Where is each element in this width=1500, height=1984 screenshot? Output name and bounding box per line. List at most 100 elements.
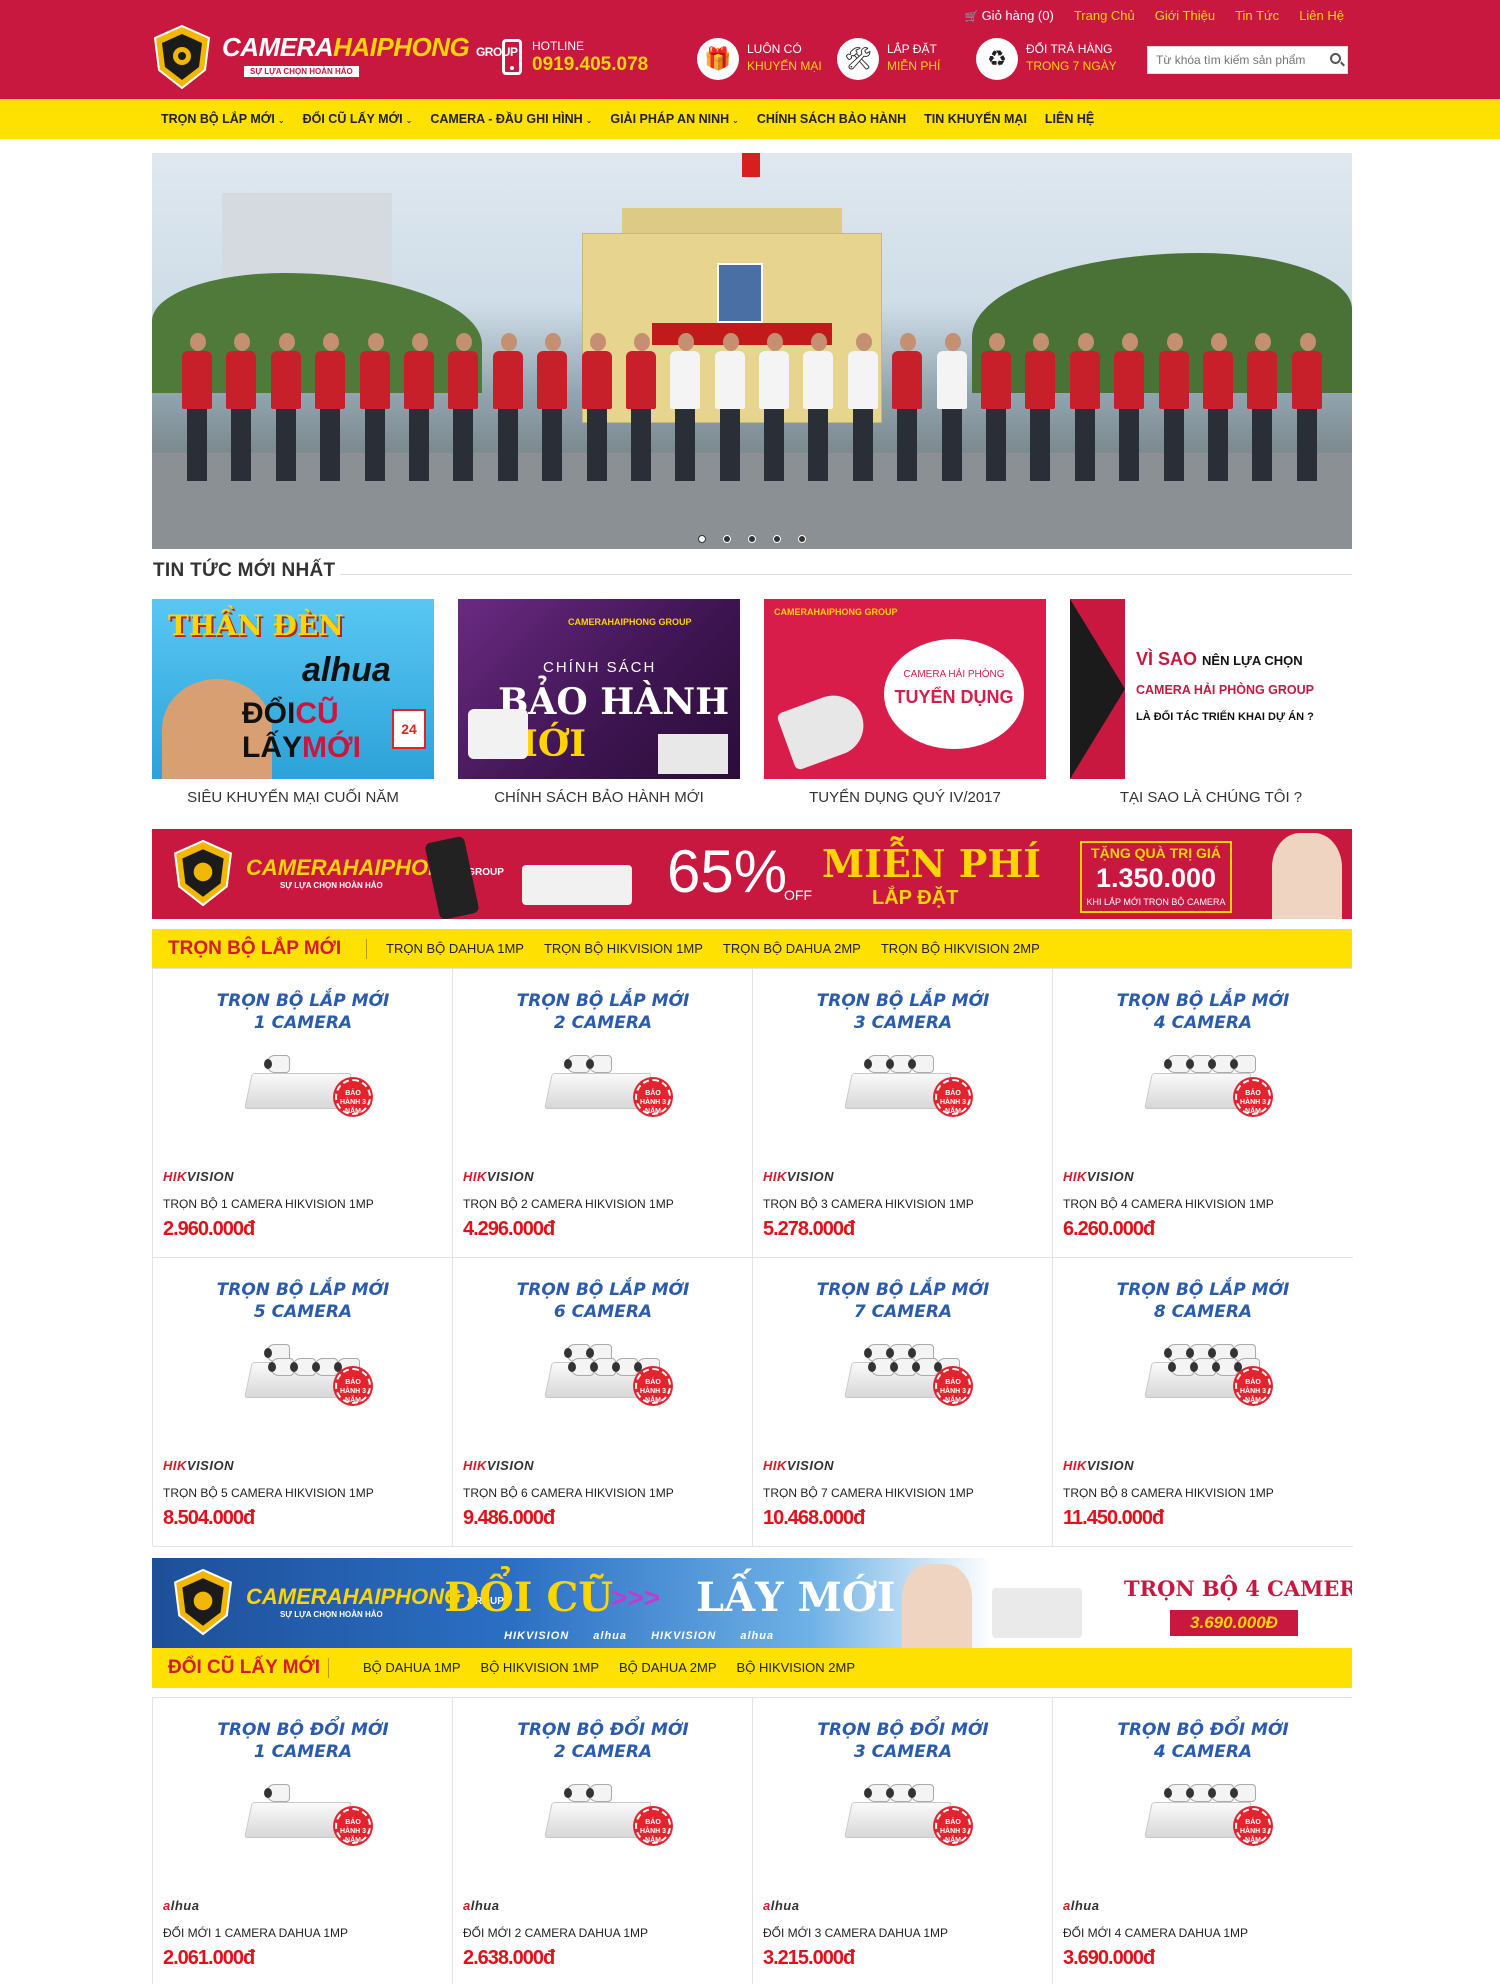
- promo-banner-trade-in[interactable]: CAMERAHAIPHONG GROUP SỰ LỰA CHỌN HOÀN HẢ…: [152, 1558, 1352, 1648]
- camera-icon: [908, 1784, 934, 1802]
- discount-off: OFF: [784, 887, 812, 903]
- brand-part: VISION: [1086, 1169, 1134, 1184]
- product-name[interactable]: TRỌN BỘ 8 CAMERA HIKVISION 1MP: [1063, 1486, 1348, 1500]
- nav-item-security-solutions[interactable]: GIẢI PHÁP AN NINH ⌄: [601, 99, 747, 139]
- team-member: [892, 333, 923, 483]
- slider-dot[interactable]: [773, 535, 781, 543]
- product-name[interactable]: ĐỔI MỚI 3 CAMERA DAHUA 1MP: [763, 1926, 1048, 1940]
- slider-dot[interactable]: [798, 535, 806, 543]
- news-item[interactable]: CAMERAHAIPHONG GROUP CAMERA HẢI PHÒNG TU…: [764, 599, 1046, 814]
- person-legs: [1207, 409, 1228, 481]
- hero-slider[interactable]: [152, 153, 1352, 549]
- person-vest: [1025, 351, 1056, 409]
- nav-item-new-install[interactable]: TRỌN BỘ LẮP MỚI ⌄: [152, 99, 294, 139]
- team-member: [1158, 333, 1189, 483]
- search-input[interactable]: [1148, 47, 1320, 73]
- news-thumbnail[interactable]: VÌ SAO NÊN LỰA CHỌN CAMERA HẢI PHÒNG GRO…: [1070, 599, 1352, 779]
- news-item[interactable]: THẦN ĐÈN alhua ĐỔICŨ LẤYMỚI 24 SIÊU KHUYẾ…: [152, 599, 434, 814]
- logo-tagline: SỰ LỰA CHỌN HOÀN HẢO: [244, 66, 359, 77]
- category-link[interactable]: BỘ DAHUA 1MP: [363, 1648, 461, 1688]
- product-name[interactable]: TRỌN BỘ 6 CAMERA HIKVISION 1MP: [463, 1486, 748, 1500]
- slider-dot[interactable]: [723, 535, 731, 543]
- category-link[interactable]: TRỌN BỘ DAHUA 2MP: [723, 929, 861, 969]
- nav-item-warranty[interactable]: CHÍNH SÁCH BẢO HÀNH: [748, 99, 915, 139]
- news-caption[interactable]: SIÊU KHUYẾN MẠI CUỐI NĂM: [152, 789, 434, 806]
- person-vest: [981, 351, 1012, 409]
- news-thumbnail[interactable]: CAMERAHAIPHONG GROUP CHÍNH SÁCH BẢO HÀNH…: [458, 599, 740, 779]
- category-title[interactable]: TRỌN BỘ LẮP MỚI: [168, 929, 341, 969]
- product-card[interactable]: TRỌN BỘ ĐỔI MỚI 3 CAMERA BẢO HÀNH 3 NĂM alh…: [753, 1698, 1053, 1984]
- nav-label: GIẢI PHÁP AN NINH: [610, 112, 730, 126]
- category-link[interactable]: BỘ HIKVISION 2MP: [737, 1648, 855, 1688]
- site-logo[interactable]: CAMERAHAIPHONG GROUP SỰ LỰA CHỌN HOÀN HẢ…: [152, 24, 518, 90]
- category-bar-new-install: TRỌN BỘ LẮP MỚI TRỌN BỘ DAHUA 1MP TRỌN B…: [152, 929, 1352, 969]
- category-link[interactable]: BỘ DAHUA 2MP: [619, 1648, 717, 1688]
- contact-link[interactable]: Liên Hệ: [1299, 8, 1344, 23]
- product-card[interactable]: TRỌN BỘ LẮP MỚI 5 CAMERA BẢO HÀNH 3 NĂM HIK…: [153, 1258, 453, 1547]
- product-name[interactable]: TRỌN BỘ 7 CAMERA HIKVISION 1MP: [763, 1486, 1048, 1500]
- camera-icon: [586, 1055, 612, 1073]
- product-name[interactable]: TRỌN BỘ 3 CAMERA HIKVISION 1MP: [763, 1197, 1048, 1211]
- category-bar-trade-in: ĐỔI CŨ LẤY MỚI BỘ DAHUA 1MP BỘ HIKVISION…: [152, 1648, 1352, 1688]
- product-name[interactable]: ĐỔI MỚI 2 CAMERA DAHUA 1MP: [463, 1926, 748, 1940]
- person-legs: [453, 409, 474, 481]
- slider-dot[interactable]: [748, 535, 756, 543]
- hotline-number[interactable]: 0919.405.078: [532, 54, 648, 76]
- chevron-down-icon: ⌄: [585, 116, 593, 125]
- category-link[interactable]: BỘ HIKVISION 1MP: [481, 1648, 599, 1688]
- product-card[interactable]: TRỌN BỘ LẮP MỚI 6 CAMERA BẢO HÀNH 3 NĂM HIK…: [453, 1258, 753, 1547]
- banner-logo: CAMERAHAIPHONG GROUP SỰ LỰA CHỌN HOÀN HẢ…: [152, 1566, 504, 1638]
- brand-part: lhua: [170, 1898, 200, 1913]
- product-name[interactable]: ĐỔI MỚI 1 CAMERA DAHUA 1MP: [163, 1926, 448, 1940]
- divider: [328, 1658, 329, 1678]
- slider-dot[interactable]: [698, 535, 706, 543]
- news-thumbnail[interactable]: THẦN ĐÈN alhua ĐỔICŨ LẤYMỚI 24: [152, 599, 434, 779]
- product-card[interactable]: TRỌN BỘ LẮP MỚI 1 CAMERA BẢO HÀNH 3 NĂM HIK…: [153, 969, 453, 1258]
- product-grid-new-install: TRỌN BỘ LẮP MỚI 1 CAMERA BẢO HÀNH 3 NĂM HIK…: [152, 968, 1353, 1547]
- news-caption[interactable]: TẠI SAO LÀ CHÚNG TÔI ?: [1070, 789, 1352, 806]
- product-card[interactable]: TRỌN BỘ LẮP MỚI 3 CAMERA BẢO HÀNH 3 NĂM HIK…: [753, 969, 1053, 1258]
- cart-link[interactable]: Giỏ hàng (0): [965, 8, 1054, 23]
- product-name[interactable]: TRỌN BỘ 4 CAMERA HIKVISION 1MP: [1063, 1197, 1348, 1211]
- product-name[interactable]: TRỌN BỘ 1 CAMERA HIKVISION 1MP: [163, 1197, 448, 1211]
- hotline-label: HOTLINE: [532, 39, 585, 53]
- brand-logo: HIKVISION: [1063, 1458, 1134, 1473]
- category-link[interactable]: TRỌN BỘ HIKVISION 2MP: [881, 929, 1040, 969]
- home-link[interactable]: Trang Chủ: [1074, 8, 1135, 23]
- product-name[interactable]: TRỌN BỘ 5 CAMERA HIKVISION 1MP: [163, 1486, 448, 1500]
- nav-item-trade-in[interactable]: ĐỔI CŨ LẤY MỚI ⌄: [294, 99, 422, 139]
- news-item[interactable]: VÌ SAO NÊN LỰA CHỌN CAMERA HẢI PHÒNG GRO…: [1070, 599, 1352, 814]
- person-head: [411, 333, 428, 351]
- nav-item-promotions[interactable]: TIN KHUYẾN MẠI: [915, 99, 1036, 139]
- nav-item-camera-recorder[interactable]: CAMERA - ĐẦU GHI HÌNH ⌄: [421, 99, 601, 139]
- category-link[interactable]: TRỌN BỘ HIKVISION 1MP: [544, 929, 703, 969]
- product-card[interactable]: TRỌN BỘ LẮP MỚI 2 CAMERA BẢO HÀNH 3 NĂM HIK…: [453, 969, 753, 1258]
- category-title[interactable]: ĐỔI CŨ LẤY MỚI: [168, 1648, 320, 1688]
- product-card[interactable]: TRỌN BỘ LẮP MỚI 4 CAMERA BẢO HÀNH 3 NĂM HIK…: [1053, 969, 1353, 1258]
- thumb-line3: LÀ ĐỐI TÁC TRIỂN KHAI DỰ ÁN ?: [1136, 711, 1314, 723]
- news-caption[interactable]: CHÍNH SÁCH BẢO HÀNH MỚI: [458, 789, 740, 806]
- product-card[interactable]: TRỌN BỘ ĐỔI MỚI 2 CAMERA BẢO HÀNH 3 NĂM alh…: [453, 1698, 753, 1984]
- product-name[interactable]: ĐỔI MỚI 4 CAMERA DAHUA 1MP: [1063, 1926, 1348, 1940]
- product-name[interactable]: TRỌN BỘ 2 CAMERA HIKVISION 1MP: [463, 1197, 748, 1211]
- team-member: [1069, 333, 1100, 483]
- category-link[interactable]: TRỌN BỘ DAHUA 1MP: [386, 929, 524, 969]
- product-card[interactable]: TRỌN BỘ ĐỔI MỚI 1 CAMERA BẢO HÀNH 3 NĂM alh…: [153, 1698, 453, 1984]
- product-card[interactable]: TRỌN BỘ ĐỔI MỚI 4 CAMERA BẢO HÀNH 3 NĂM alh…: [1053, 1698, 1353, 1984]
- product-card[interactable]: TRỌN BỘ LẮP MỚI 8 CAMERA BẢO HÀNH 3 NĂM HIK…: [1053, 1258, 1353, 1547]
- brand-logo: HIKVISION: [163, 1458, 234, 1473]
- news-thumbnail[interactable]: CAMERAHAIPHONG GROUP CAMERA HẢI PHÒNG TU…: [764, 599, 1046, 779]
- brand-part: HIK: [1063, 1458, 1087, 1473]
- brand-logo: HIKVISION: [763, 1169, 834, 1184]
- nav-item-contact[interactable]: LIÊN HỆ: [1036, 99, 1103, 139]
- promo-discount-line2: KHUYẾN MẠI: [747, 59, 822, 73]
- search-icon[interactable]: [1330, 53, 1341, 64]
- about-link[interactable]: Giới Thiệu: [1155, 8, 1215, 23]
- product-price: 10.468.000đ: [763, 1507, 865, 1529]
- person-legs: [1252, 409, 1273, 481]
- news-caption[interactable]: TUYỂN DỤNG QUÝ IV/2017: [764, 789, 1046, 806]
- news-item[interactable]: CAMERAHAIPHONG GROUP CHÍNH SÁCH BẢO HÀNH…: [458, 599, 740, 814]
- promo-banner-free-install[interactable]: CAMERAHAIPHONG GROUP SỰ LỰA CHỌN HOÀN HẢ…: [152, 829, 1352, 919]
- news-link[interactable]: Tin Tức: [1235, 8, 1279, 23]
- product-card[interactable]: TRỌN BỘ LẮP MỚI 7 CAMERA BẢO HÀNH 3 NĂM HIK…: [753, 1258, 1053, 1547]
